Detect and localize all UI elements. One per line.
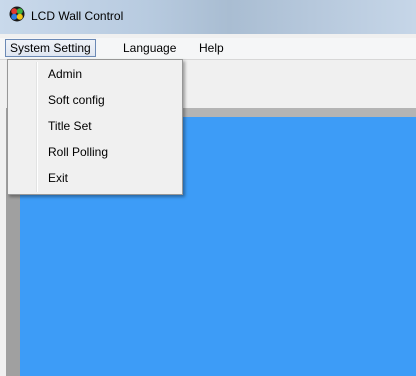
window-title: LCD Wall Control bbox=[31, 9, 124, 23]
app-icon[interactable] bbox=[9, 6, 25, 22]
menu-item-title-set[interactable]: Title Set bbox=[10, 115, 180, 137]
menu-item-admin[interactable]: Admin bbox=[10, 63, 180, 85]
menu-item-exit[interactable]: Exit bbox=[10, 167, 180, 189]
system-setting-dropdown: Admin Soft config Title Set Roll Polling… bbox=[7, 59, 183, 195]
menu-item-soft-config[interactable]: Soft config bbox=[10, 89, 180, 111]
menu-bar: System Setting Language Help bbox=[0, 38, 416, 60]
menu-item-roll-polling[interactable]: Roll Polling bbox=[10, 141, 180, 163]
title-bar[interactable]: LCD Wall Control bbox=[0, 0, 416, 34]
menu-language[interactable]: Language bbox=[119, 39, 180, 57]
menu-help[interactable]: Help bbox=[195, 39, 228, 57]
app-window: LCD Wall Control System Setting Language… bbox=[0, 0, 416, 376]
menu-system-setting[interactable]: System Setting bbox=[5, 39, 96, 57]
